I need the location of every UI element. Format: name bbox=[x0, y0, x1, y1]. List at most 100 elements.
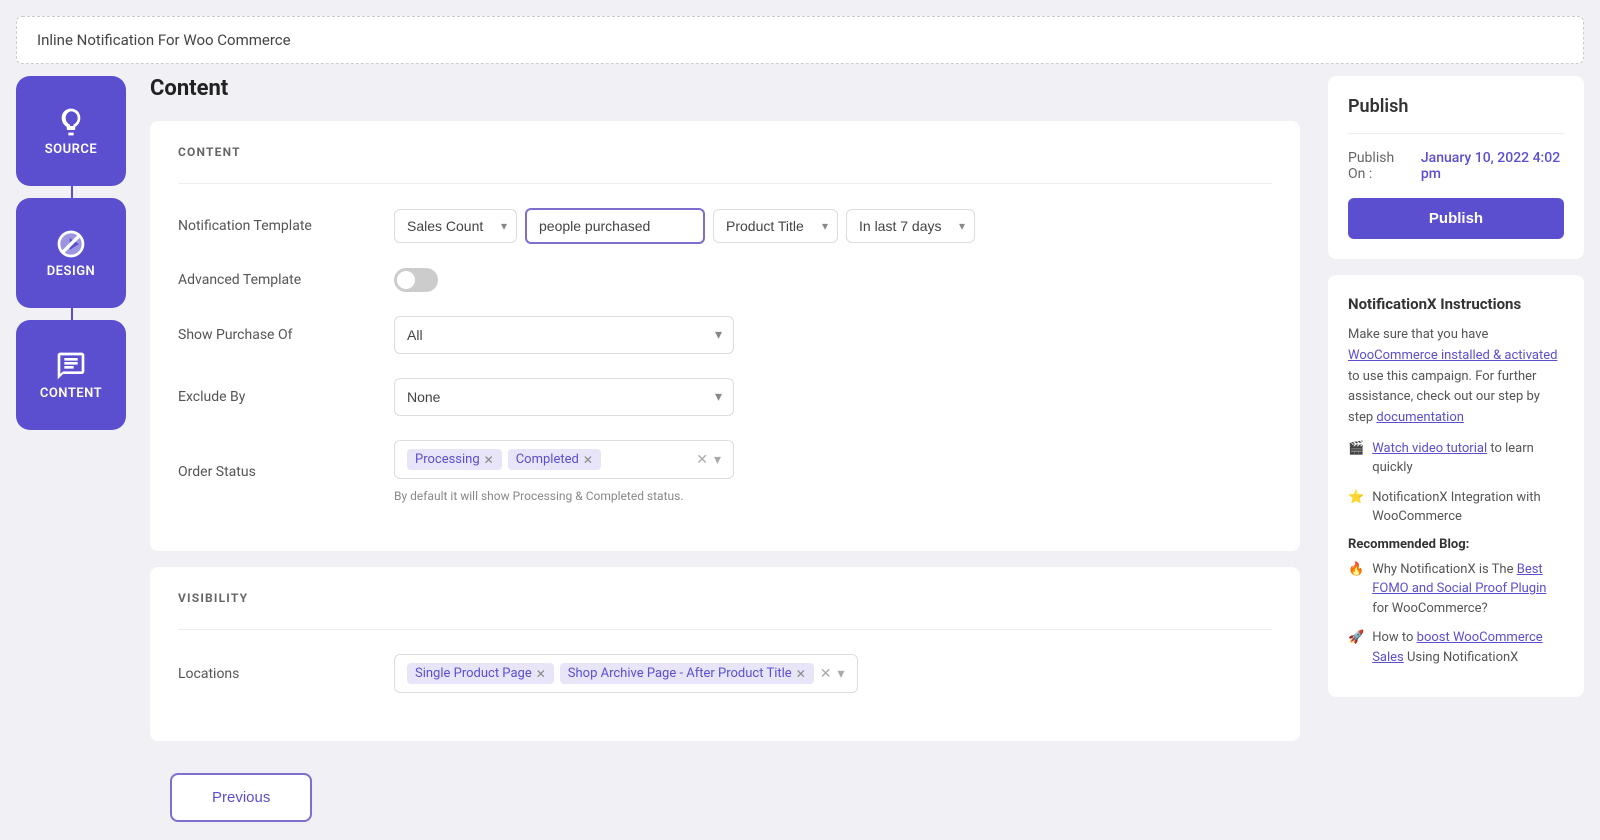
order-status-tags-box[interactable]: Processing ✕ Completed ✕ ✕ ▾ bbox=[394, 440, 734, 479]
sales-count-select[interactable]: Sales Count bbox=[394, 209, 517, 243]
previous-button-label: Previous bbox=[212, 789, 270, 806]
star-icon: ⭐ bbox=[1348, 488, 1364, 508]
publish-on-label: Publish On : bbox=[1348, 150, 1413, 182]
blog2-text: How to boost WooCommerce Sales Using Not… bbox=[1372, 628, 1564, 667]
tag-single-product-close[interactable]: ✕ bbox=[536, 667, 546, 681]
locations-row: Locations Single Product Page ✕ Shop Arc… bbox=[178, 654, 1272, 693]
locations-controls: Single Product Page ✕ Shop Archive Page … bbox=[394, 654, 1272, 693]
sidebar-connector-1 bbox=[71, 186, 73, 198]
tag-shop-archive-close[interactable]: ✕ bbox=[796, 667, 806, 681]
tag-shop-archive: Shop Archive Page - After Product Title … bbox=[560, 663, 814, 684]
blog1-text: Why NotificationX is The Best FOMO and S… bbox=[1372, 560, 1564, 619]
locations-tags-box[interactable]: Single Product Page ✕ Shop Archive Page … bbox=[394, 654, 858, 693]
locations-clear-icon[interactable]: ✕ bbox=[820, 666, 832, 682]
advanced-template-row: Advanced Template bbox=[178, 268, 1272, 292]
sidebar-item-design[interactable]: DESIGN bbox=[16, 198, 126, 308]
tag-completed-close[interactable]: ✕ bbox=[583, 453, 593, 467]
blog2-suffix: Using NotificationX bbox=[1407, 650, 1518, 665]
blog2-item: 🚀 How to boost WooCommerce Sales Using N… bbox=[1348, 628, 1564, 667]
product-title-select[interactable]: Product Title bbox=[713, 209, 838, 243]
advanced-template-toggle[interactable] bbox=[394, 268, 438, 292]
exclude-by-wrapper[interactable]: None bbox=[394, 378, 734, 416]
publish-date: January 10, 2022 4:02 pm bbox=[1421, 150, 1564, 182]
design-icon bbox=[55, 228, 87, 260]
exclude-by-label: Exclude By bbox=[178, 389, 378, 405]
template-text-input[interactable] bbox=[525, 208, 705, 244]
advanced-template-label: Advanced Template bbox=[178, 272, 378, 288]
blog1-prefix: Why NotificationX is The bbox=[1372, 562, 1513, 577]
previous-button[interactable]: Previous bbox=[170, 773, 312, 822]
content-section-heading: CONTENT bbox=[178, 145, 1272, 159]
show-purchase-row: Show Purchase Of All bbox=[178, 316, 1272, 354]
instruction-integration-item: ⭐ NotificationX Integration with WooComm… bbox=[1348, 488, 1564, 527]
right-panel: Publish Publish On : January 10, 2022 4:… bbox=[1320, 76, 1600, 840]
locations-dropdown-icon[interactable]: ▾ bbox=[837, 666, 844, 682]
time-range-select[interactable]: In last 7 days bbox=[846, 209, 975, 243]
toggle-slider bbox=[394, 268, 438, 292]
sidebar-content-label: CONTENT bbox=[40, 386, 102, 401]
dropdown-arrow-icon[interactable]: ▾ bbox=[714, 452, 721, 468]
advanced-template-controls bbox=[394, 268, 1272, 292]
blog1-item: 🔥 Why NotificationX is The Best FOMO and… bbox=[1348, 560, 1564, 619]
sales-count-wrapper[interactable]: Sales Count bbox=[394, 209, 517, 243]
notification-template-controls: Sales Count Product Title In last 7 days bbox=[394, 208, 1272, 244]
publish-button-label: Publish bbox=[1429, 210, 1483, 227]
tags-actions: ✕ ▾ bbox=[696, 452, 721, 468]
source-icon bbox=[55, 106, 87, 138]
instruction-para-1: Make sure that you have WooCommerce inst… bbox=[1348, 325, 1564, 429]
instructions-title: NotificationX Instructions bbox=[1348, 295, 1564, 313]
instruction-video-item: 🎬 Watch video tutorial to learn quickly bbox=[1348, 439, 1564, 478]
fire-icon: 🔥 bbox=[1348, 560, 1364, 580]
publish-on-row: Publish On : January 10, 2022 4:02 pm bbox=[1348, 150, 1564, 182]
content-icon bbox=[55, 350, 87, 382]
order-status-controls: Processing ✕ Completed ✕ ✕ ▾ bbox=[394, 440, 1272, 503]
notification-template-row: Notification Template Sales Count Produc… bbox=[178, 208, 1272, 244]
show-purchase-controls: All bbox=[394, 316, 1272, 354]
publish-button[interactable]: Publish bbox=[1348, 198, 1564, 239]
tag-completed-text: Completed bbox=[516, 452, 579, 467]
bottom-bar: Previous bbox=[150, 757, 1300, 838]
tag-single-product: Single Product Page ✕ bbox=[407, 663, 554, 684]
blog1-suffix: for WooCommerce? bbox=[1372, 601, 1487, 616]
exclude-by-controls: None bbox=[394, 378, 1272, 416]
recommended-label: Recommended Blog: bbox=[1348, 537, 1564, 552]
visibility-section-heading: VISIBILITY bbox=[178, 591, 1272, 605]
blog2-prefix: How to bbox=[1372, 630, 1413, 645]
sidebar: SOURCE DESIGN CONTENT bbox=[0, 76, 130, 840]
publish-title: Publish bbox=[1348, 96, 1564, 117]
tag-processing-close[interactable]: ✕ bbox=[484, 453, 494, 467]
sidebar-source-label: SOURCE bbox=[45, 142, 98, 157]
documentation-link[interactable]: documentation bbox=[1376, 410, 1464, 425]
show-purchase-label: Show Purchase Of bbox=[178, 327, 378, 343]
exclude-by-row: Exclude By None bbox=[178, 378, 1272, 416]
time-range-wrapper[interactable]: In last 7 days bbox=[846, 209, 975, 243]
page-title: Content bbox=[150, 76, 1300, 101]
tag-shop-archive-text: Shop Archive Page - After Product Title bbox=[568, 666, 792, 681]
tag-processing: Processing ✕ bbox=[407, 449, 502, 470]
center-area: Content CONTENT Notification Template Sa… bbox=[130, 76, 1320, 840]
locations-tags-actions: ✕ ▾ bbox=[820, 666, 845, 682]
order-status-row: Order Status Processing ✕ Completed ✕ bbox=[178, 440, 1272, 503]
sidebar-connector-2 bbox=[71, 308, 73, 320]
order-status-hint: By default it will show Processing & Com… bbox=[394, 489, 683, 503]
instruction-integration-text: NotificationX Integration with WooCommer… bbox=[1372, 488, 1564, 527]
sidebar-item-content[interactable]: CONTENT bbox=[16, 320, 126, 430]
show-purchase-wrapper[interactable]: All bbox=[394, 316, 734, 354]
woocommerce-link[interactable]: WooCommerce installed & activated bbox=[1348, 348, 1557, 363]
tag-completed: Completed ✕ bbox=[508, 449, 601, 470]
clear-all-icon[interactable]: ✕ bbox=[696, 452, 708, 468]
title-bar: Inline Notification For Woo Commerce bbox=[16, 16, 1584, 64]
visibility-section: VISIBILITY Locations Single Product Page… bbox=[150, 567, 1300, 741]
sidebar-item-source[interactable]: SOURCE bbox=[16, 76, 126, 186]
sidebar-design-label: DESIGN bbox=[47, 264, 96, 279]
video-tutorial-link[interactable]: Watch video tutorial bbox=[1372, 441, 1487, 456]
tag-single-product-text: Single Product Page bbox=[415, 666, 532, 681]
page-name: Inline Notification For Woo Commerce bbox=[37, 31, 291, 49]
show-purchase-select[interactable]: All bbox=[394, 316, 734, 354]
instruction-video-text: Watch video tutorial to learn quickly bbox=[1372, 439, 1564, 478]
notification-template-label: Notification Template bbox=[178, 218, 378, 234]
product-title-wrapper[interactable]: Product Title bbox=[713, 209, 838, 243]
order-status-label: Order Status bbox=[178, 464, 378, 480]
exclude-by-select[interactable]: None bbox=[394, 378, 734, 416]
locations-label: Locations bbox=[178, 666, 378, 682]
